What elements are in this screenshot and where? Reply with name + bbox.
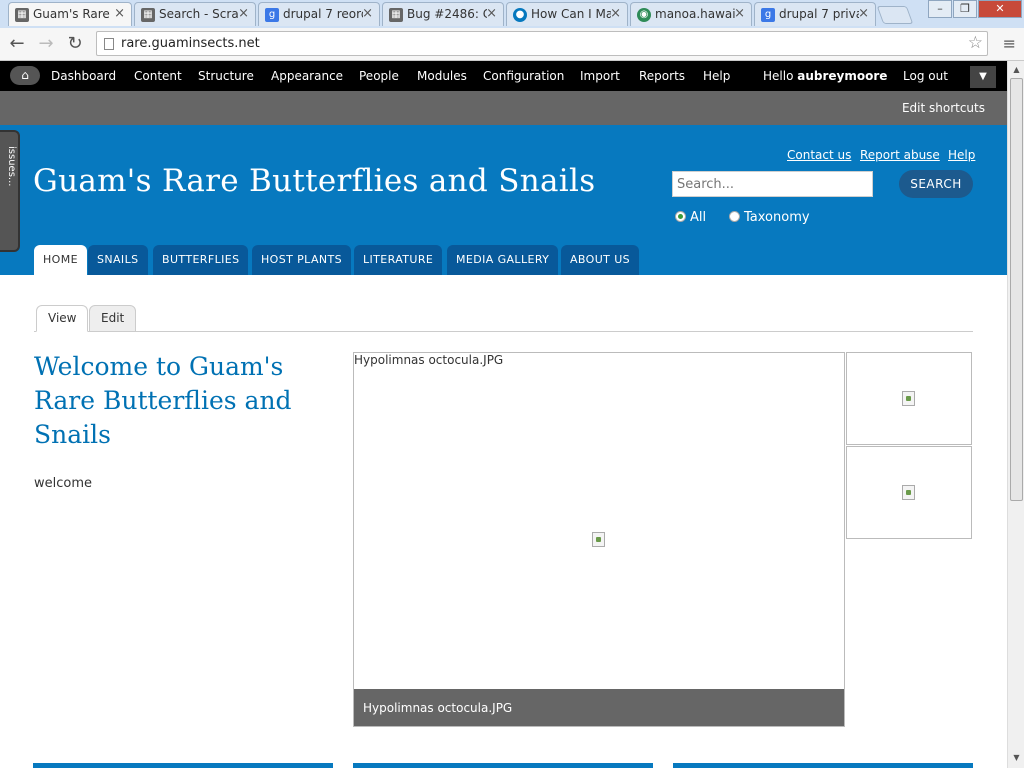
radio-taxonomy[interactable]: Taxonomy [729, 210, 810, 225]
admin-content[interactable]: Content [134, 69, 182, 83]
radio-all[interactable]: All [675, 210, 706, 225]
browser-tab-bug[interactable]: ▦ Bug #2486: C × [382, 2, 504, 26]
close-tab-icon[interactable]: × [610, 6, 621, 21]
tab-literature[interactable]: LITERATURE [354, 245, 443, 275]
admin-configuration[interactable]: Configuration [483, 69, 564, 83]
admin-structure[interactable]: Structure [198, 69, 254, 83]
page-scrollbar[interactable]: ▲ ▼ [1007, 61, 1024, 768]
broken-image-icon [902, 485, 915, 500]
block-bar [673, 763, 973, 768]
site-name[interactable]: Guam's Rare Butterflies and Snails [33, 163, 595, 199]
tab-snails[interactable]: SNAILS [88, 245, 148, 275]
slide-title: Hypolimnas octocula.JPG [354, 353, 504, 367]
radio-unselected-icon [729, 211, 740, 222]
browser-tab-how-can-i[interactable]: ● How Can I Ma × [506, 2, 628, 26]
radio-selected-icon [675, 211, 686, 222]
page-title: Welcome to Guam's Rare Butterflies and S… [34, 352, 292, 449]
grid-favicon-icon: ▦ [15, 8, 29, 22]
thumbnail-1[interactable] [846, 352, 972, 445]
admin-appearance[interactable]: Appearance [271, 69, 343, 83]
browser-tab-manoa[interactable]: ◉ manoa.hawaii. × [630, 2, 752, 26]
new-tab-button[interactable] [876, 6, 914, 24]
google-favicon-icon: g [761, 8, 775, 22]
thumbnail-2[interactable] [846, 446, 972, 539]
tab-view[interactable]: View [36, 305, 89, 332]
admin-dashboard[interactable]: Dashboard [51, 69, 116, 83]
search-input[interactable] [672, 171, 873, 197]
drupal-favicon-icon: ● [513, 8, 527, 22]
browser-tab-search[interactable]: ▦ Search - Scrat × [134, 2, 256, 26]
shortcuts-bar: Edit shortcuts [0, 91, 1007, 125]
user-greeting[interactable]: Hello aubreymoore [763, 69, 887, 83]
close-tab-icon[interactable]: × [362, 6, 373, 21]
logout-link[interactable]: Log out [903, 69, 948, 83]
block-bar [33, 763, 333, 768]
scroll-down-icon[interactable]: ▼ [1009, 750, 1024, 765]
page-icon [104, 38, 114, 50]
close-tab-icon[interactable]: × [114, 6, 125, 21]
close-tab-icon[interactable]: × [858, 6, 869, 21]
forward-arrow-icon[interactable]: → [35, 33, 57, 55]
home-icon[interactable]: ⌂ [10, 66, 40, 85]
admin-people[interactable]: People [359, 69, 399, 83]
scrollbar-thumb[interactable] [1010, 78, 1023, 501]
browser-menu-icon[interactable]: ≡ [1003, 34, 1016, 53]
admin-reports[interactable]: Reports [639, 69, 685, 83]
maximize-icon[interactable]: ❐ [953, 0, 977, 18]
url-text: rare.guaminsects.net [121, 36, 260, 51]
tab-about-us[interactable]: ABOUT US [561, 245, 640, 275]
block-bar [353, 763, 653, 768]
close-tab-icon[interactable]: × [238, 6, 249, 21]
browser-tab-guams-rare[interactable]: ▦ Guam's Rare B × [8, 2, 132, 26]
globe-favicon-icon: ◉ [637, 8, 651, 22]
admin-modules[interactable]: Modules [417, 69, 467, 83]
tab-edit[interactable]: Edit [89, 305, 137, 332]
back-arrow-icon[interactable]: ← [6, 33, 28, 55]
tab-host-plants[interactable]: HOST PLANTS [252, 245, 351, 275]
body-text: welcome [34, 476, 93, 491]
minimize-icon[interactable]: – [928, 0, 952, 18]
admin-help[interactable]: Help [703, 69, 730, 83]
google-favicon-icon: g [265, 8, 279, 22]
browser-tab-drupal-reorder[interactable]: g drupal 7 reord × [258, 2, 380, 26]
report-abuse-link[interactable]: Report abuse [860, 148, 940, 162]
shortcuts-toggle-icon[interactable]: ▼ [970, 66, 996, 88]
close-tab-icon[interactable]: × [486, 6, 497, 21]
search-button[interactable]: SEARCH [899, 170, 973, 198]
reload-icon[interactable]: ↻ [64, 33, 86, 55]
grid-favicon-icon: ▦ [141, 8, 155, 22]
tab-butterflies[interactable]: BUTTERFLIES [153, 245, 249, 275]
help-link[interactable]: Help [948, 148, 975, 162]
broken-image-icon [592, 532, 605, 547]
slideshow-main[interactable]: Hypolimnas octocula.JPG Hypolimnas octoc… [353, 352, 845, 727]
issues-tab[interactable]: issues... [0, 130, 20, 252]
subtabs-divider [34, 331, 973, 332]
admin-import[interactable]: Import [580, 69, 620, 83]
tab-media-gallery[interactable]: MEDIA GALLERY [447, 245, 559, 275]
browser-toolbar: ← → ↻ rare.guaminsects.net ☆ ≡ [0, 28, 1024, 61]
address-bar[interactable]: rare.guaminsects.net ☆ [96, 31, 988, 56]
grid-favicon-icon: ▦ [389, 8, 403, 22]
close-tab-icon[interactable]: × [734, 6, 745, 21]
window-close-icon[interactable]: ✕ [978, 0, 1022, 18]
tab-home[interactable]: HOME [34, 245, 87, 275]
slide-caption: Hypolimnas octocula.JPG [354, 689, 844, 726]
admin-toolbar: ⌂ Dashboard Content Structure Appearance… [0, 61, 1007, 91]
edit-shortcuts-link[interactable]: Edit shortcuts [902, 101, 985, 115]
broken-image-icon [902, 391, 915, 406]
scroll-up-icon[interactable]: ▲ [1009, 62, 1024, 77]
browser-tab-strip: ▦ Guam's Rare B × ▦ Search - Scrat × g d… [0, 0, 1024, 28]
bookmark-star-icon[interactable]: ☆ [968, 33, 983, 53]
contact-us-link[interactable]: Contact us [787, 148, 851, 162]
browser-tab-drupal-private[interactable]: g drupal 7 privat × [754, 2, 876, 26]
